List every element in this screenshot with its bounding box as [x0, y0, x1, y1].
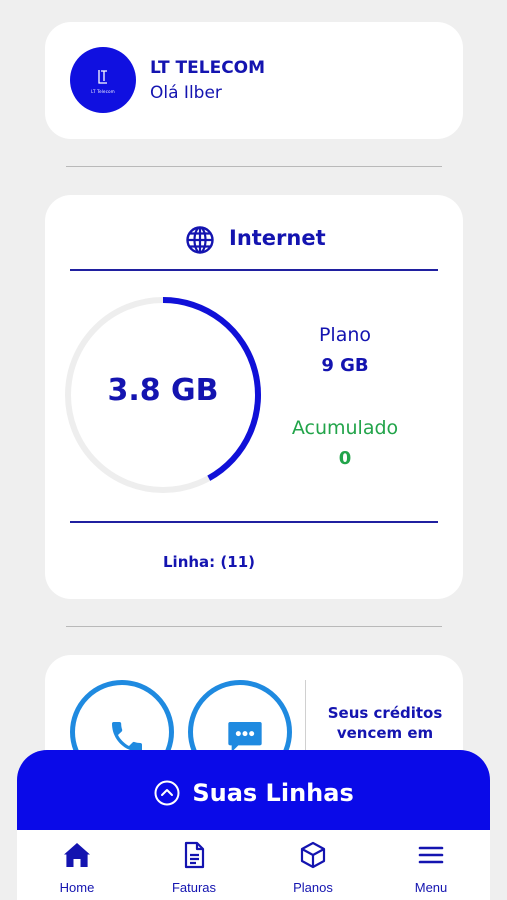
line-info: Linha: (11) — [163, 553, 255, 571]
box-icon — [300, 841, 326, 869]
plan-label: Plano — [318, 324, 372, 346]
bottom-navigation: Home Faturas Planos Menu — [17, 830, 490, 900]
globe-icon — [186, 226, 214, 254]
menu-icon — [418, 846, 444, 864]
nav-item-planos[interactable]: Planos — [268, 830, 358, 900]
nav-label-planos: Planos — [293, 880, 333, 895]
nav-label-menu: Menu — [414, 880, 448, 895]
lines-sheet-toggle[interactable]: Suas Linhas — [17, 779, 490, 807]
company-logo: LT Telecom — [70, 47, 136, 113]
section-divider — [66, 166, 442, 167]
nav-item-menu[interactable]: Menu — [386, 830, 476, 900]
accumulated-value: 0 — [338, 448, 352, 469]
lt-logo-icon — [98, 70, 107, 84]
internet-title: Internet — [229, 226, 326, 250]
nav-item-faturas[interactable]: Faturas — [149, 830, 239, 900]
title-rule — [70, 269, 438, 271]
section-divider — [66, 626, 442, 627]
bottom-rule — [70, 521, 438, 523]
nav-label-home: Home — [59, 880, 95, 895]
nav-item-home[interactable]: Home — [32, 830, 122, 900]
internet-card: Internet 3.8 GB Plano 9 GB Acumulado 0 L… — [45, 195, 463, 599]
greeting-text: Olá Ilber — [150, 83, 222, 103]
nav-label-faturas: Faturas — [171, 880, 217, 895]
lines-sheet-title: Suas Linhas — [192, 779, 354, 807]
credits-expiry-text: Seus créditos vencem em — [327, 704, 443, 742]
chevron-up-circle-icon — [154, 780, 180, 806]
home-icon — [64, 843, 90, 867]
accumulated-label: Acumulado — [291, 417, 399, 439]
profile-card: LT Telecom LT TELECOM Olá Ilber — [45, 22, 463, 139]
data-used-value: 3.8 GB — [107, 373, 219, 408]
invoice-icon — [184, 841, 205, 869]
plan-value: 9 GB — [321, 355, 369, 376]
company-name: LT TELECOM — [150, 58, 266, 78]
logo-text: LT Telecom — [91, 89, 115, 94]
